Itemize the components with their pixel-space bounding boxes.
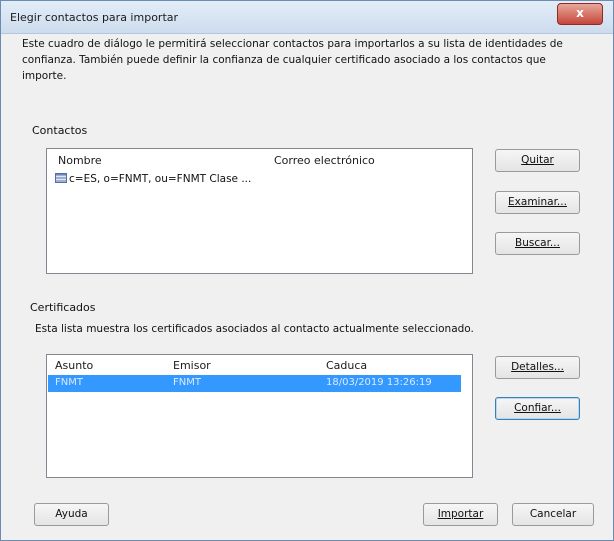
examinar-button[interactable]: Examinar... <box>495 191 580 214</box>
column-header-issuer[interactable]: Emisor <box>173 359 211 372</box>
certificates-list[interactable]: Asunto Emisor Caduca FNMT FNMT 18/03/201… <box>46 354 473 478</box>
cancel-button[interactable]: Cancelar <box>512 503 594 526</box>
confiar-button[interactable]: Confiar... <box>495 397 580 420</box>
import-button[interactable]: Importar <box>423 503 498 526</box>
column-header-subject[interactable]: Asunto <box>55 359 93 372</box>
title-bar[interactable]: Elegir contactos para importar x <box>1 1 613 34</box>
detalles-button[interactable]: Detalles... <box>495 356 580 379</box>
close-icon: x <box>576 6 584 20</box>
column-header-email[interactable]: Correo electrónico <box>274 154 375 167</box>
certificates-group-label: Certificados <box>30 301 96 314</box>
cert-issuer: FNMT <box>173 377 201 388</box>
contacts-group-label: Contactos <box>32 124 88 137</box>
list-item[interactable]: c=ES, o=FNMT, ou=FNMT Clase ... <box>55 173 251 185</box>
quitar-button[interactable]: Quitar <box>495 149 580 172</box>
column-header-name[interactable]: Nombre <box>58 154 102 167</box>
help-button[interactable]: Ayuda <box>34 503 109 526</box>
close-button[interactable]: x <box>557 3 603 25</box>
intro-text: Este cuadro de diálogo le permitirá sele… <box>22 38 563 82</box>
import-contacts-dialog: Elegir contactos para importar x Este cu… <box>0 0 614 541</box>
window-title: Elegir contactos para importar <box>10 11 179 24</box>
cert-subject: FNMT <box>55 377 83 388</box>
cert-expires: 18/03/2019 13:26:19 <box>326 377 432 388</box>
column-header-expires[interactable]: Caduca <box>326 359 367 372</box>
contact-card-icon <box>55 173 67 183</box>
certificates-description: Esta lista muestra los certificados asoc… <box>35 323 474 335</box>
contacts-list[interactable]: Nombre Correo electrónico c=ES, o=FNMT, … <box>46 148 473 274</box>
buscar-button[interactable]: Buscar... <box>495 232 580 255</box>
table-row[interactable]: FNMT FNMT 18/03/2019 13:26:19 <box>48 375 461 392</box>
contact-name: c=ES, o=FNMT, ou=FNMT Clase ... <box>69 173 252 185</box>
